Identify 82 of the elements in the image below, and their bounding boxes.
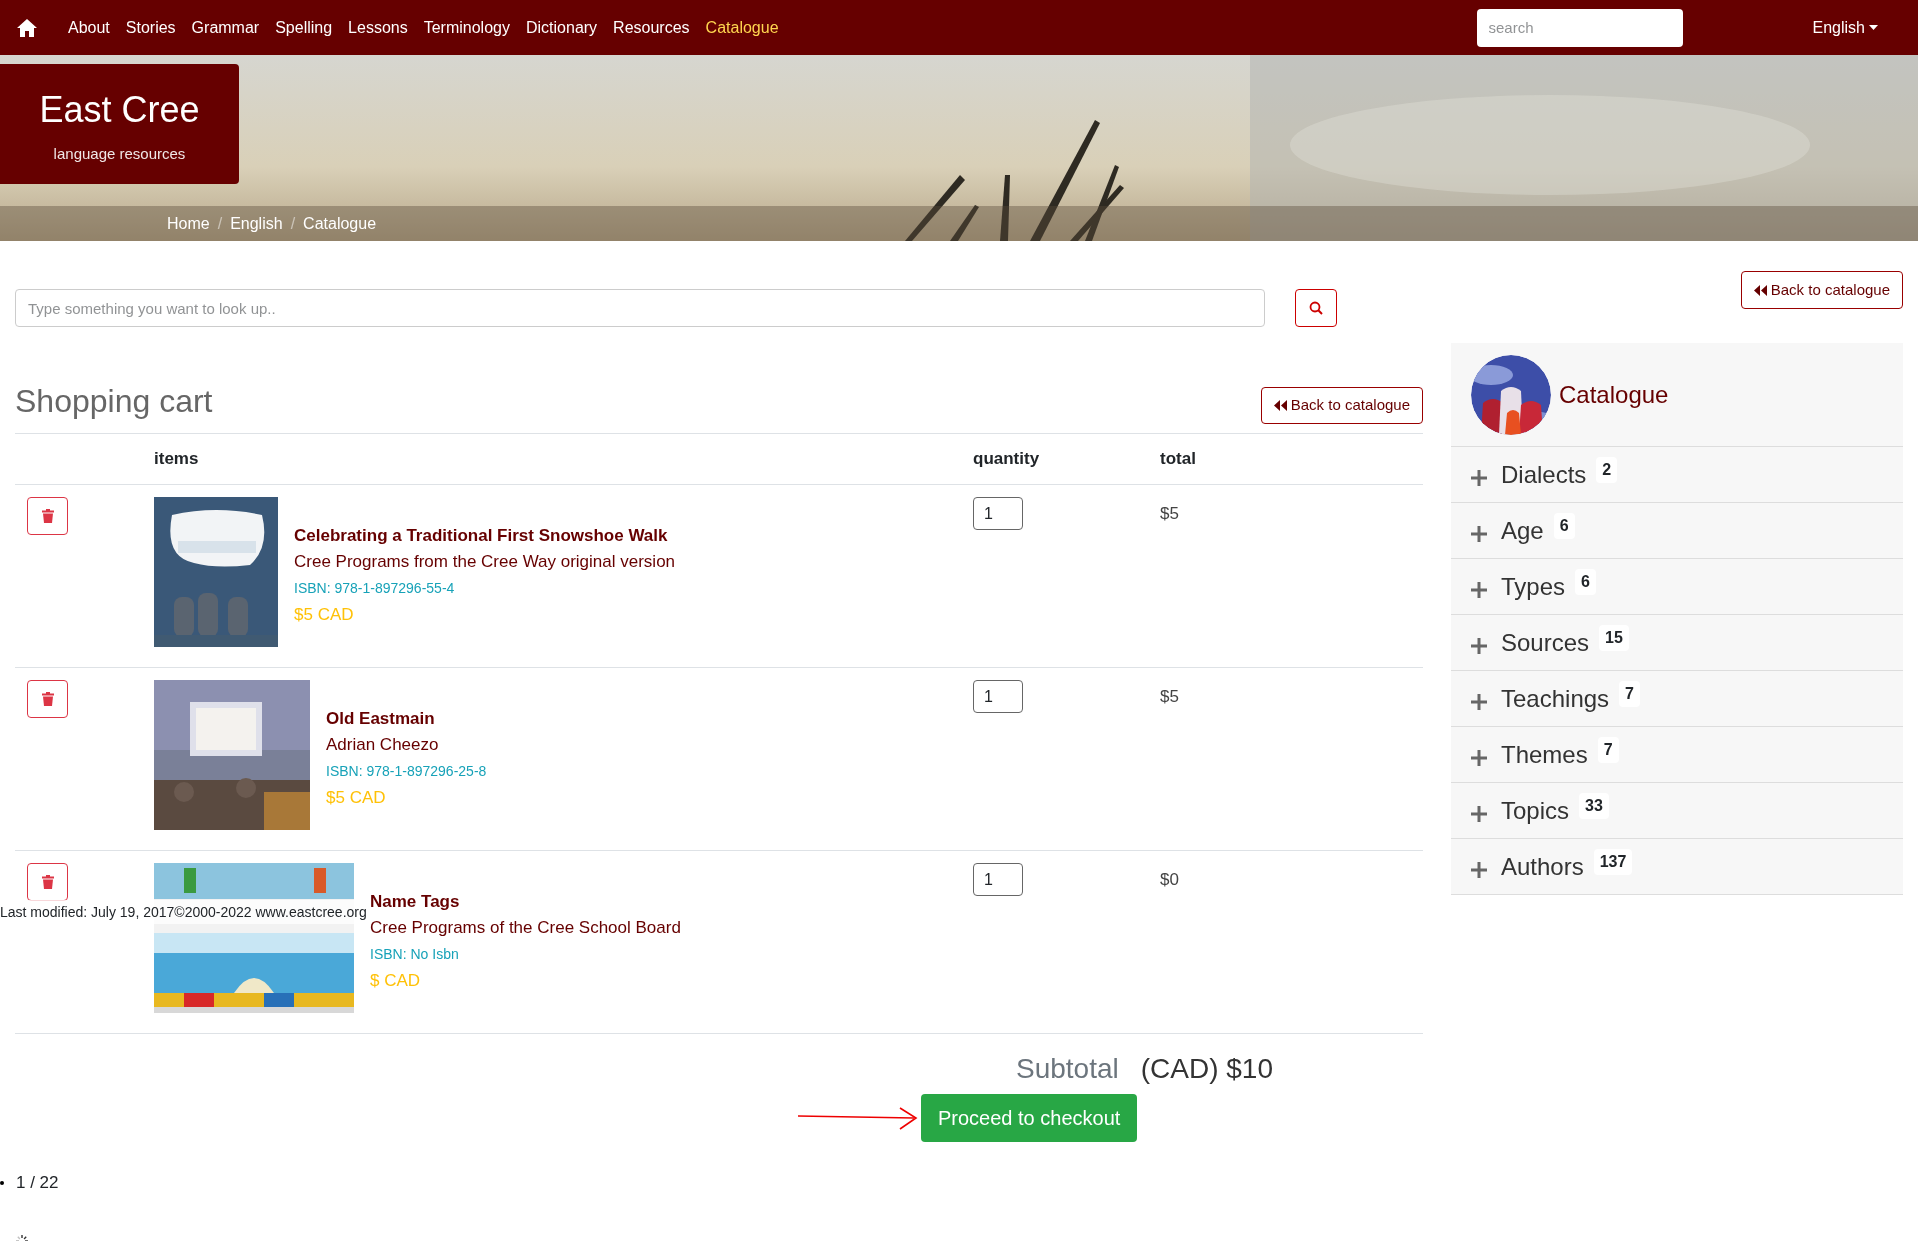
nav-link[interactable]: About: [68, 15, 110, 40]
home-icon[interactable]: [16, 17, 38, 38]
quantity-field[interactable]: 1: [973, 497, 1023, 530]
facet-item[interactable]: Sources 15: [1451, 615, 1903, 671]
nav-link[interactable]: Resources: [613, 15, 690, 40]
search-icon: [1309, 301, 1323, 315]
facet-item[interactable]: Themes 7: [1451, 727, 1903, 783]
column-header: total: [1160, 449, 1196, 469]
count-badge: 15: [1599, 624, 1629, 651]
facet-item[interactable]: Teachings 7: [1451, 671, 1903, 727]
count-badge: 7: [1619, 680, 1640, 707]
page-counter: 1 / 22: [16, 1172, 59, 1194]
item-title[interactable]: Celebrating a Traditional First Snowshoe Walk: [294, 523, 676, 549]
item-total: $5: [1160, 687, 1179, 706]
sidebar-heading: Catalogue: [1559, 379, 1669, 410]
arrow-icon: [798, 1105, 919, 1131]
count-badge: 2: [1596, 456, 1618, 483]
double-arrow-icon: [1753, 284, 1767, 296]
facet-item[interactable]: Dialects 2: [1451, 447, 1903, 503]
double-arrow-icon: [1273, 400, 1287, 411]
facet-label: Age: [1501, 515, 1544, 546]
site-subtitle: language resources: [53, 143, 186, 164]
item-subtitle: Adrian Cheezo: [326, 734, 440, 756]
trash-icon: [41, 692, 54, 706]
facet-item[interactable]: Authors 137: [1451, 839, 1903, 895]
item-subtitle: Cree Programs from the Cree Way original version: [294, 551, 676, 573]
item-price: $5 CAD: [294, 604, 355, 626]
facet-item[interactable]: Age 6: [1451, 503, 1903, 559]
breadcrumb-separator: /: [290, 213, 296, 234]
item-price: $ CAD: [370, 970, 422, 992]
nav-link[interactable]: Terminology: [423, 15, 510, 40]
facet-label: Sources: [1501, 627, 1590, 658]
nav-link[interactable]: Lessons: [348, 15, 408, 40]
quantity-field[interactable]: 1: [973, 680, 1023, 713]
count-badge: 7: [1597, 736, 1619, 763]
trash-icon: [41, 509, 54, 523]
column-header: quantity: [973, 449, 1040, 469]
facet-label: Teachings: [1501, 683, 1610, 714]
back-button[interactable]: Back to catalogue: [1260, 387, 1423, 424]
facet-label: Authors: [1501, 851, 1584, 882]
item-title[interactable]: Name Tags: [370, 889, 681, 915]
facet-label: Types: [1501, 571, 1566, 602]
item-subtitle: Cree Programs of the Cree School Board: [370, 917, 681, 939]
nav-link[interactable]: Stories: [125, 15, 176, 40]
search-button[interactable]: [1295, 289, 1337, 327]
nav-link[interactable]: Catalogue: [705, 15, 779, 40]
isbn-text: ISBN: No Isbn: [370, 945, 460, 964]
quantity-field[interactable]: 1: [973, 863, 1023, 896]
trash-icon: [41, 875, 54, 889]
subtotal-value: (CAD) $10: [1140, 1052, 1273, 1086]
facet-label: Topics: [1501, 795, 1570, 826]
item-price: $5 CAD: [326, 787, 387, 809]
isbn-text: ISBN: 978-1-897296-25-8: [326, 762, 487, 781]
bullet-icon: [0, 1180, 4, 1185]
count-badge: 33: [1579, 792, 1609, 819]
column-header: items: [154, 449, 199, 469]
breadcrumb-separator: /: [217, 213, 223, 234]
count-badge: 137: [1593, 848, 1633, 875]
facet-label: Themes: [1501, 739, 1588, 770]
site-title[interactable]: East Cree: [39, 82, 200, 137]
footer-text: Last modified: July 19, 2017©2000-2022 www.eastcree.org: [0, 900, 367, 924]
remove-button[interactable]: [27, 680, 68, 718]
language-dropdown[interactable]: English: [1812, 15, 1878, 40]
item-total: $5: [1160, 504, 1179, 523]
facet-label: Dialects: [1501, 459, 1587, 490]
nav-link[interactable]: Dictionary: [525, 15, 598, 40]
remove-button[interactable]: [27, 497, 68, 535]
search-field[interactable]: search: [1476, 8, 1683, 47]
facet-item[interactable]: Topics 33: [1451, 783, 1903, 839]
count-badge: 6: [1575, 568, 1596, 595]
item-total: $0: [1160, 870, 1179, 889]
back-button[interactable]: Back to catalogue: [1740, 271, 1903, 309]
nav-link[interactable]: Grammar: [191, 15, 260, 40]
page-heading: Shopping cart: [15, 382, 213, 421]
isbn-text: ISBN: 978-1-897296-55-4: [294, 579, 456, 598]
nav-link[interactable]: Spelling: [275, 15, 333, 40]
subtotal-label: Subtotal: [1016, 1052, 1119, 1086]
facet-item[interactable]: Types 6: [1451, 559, 1903, 615]
item-title[interactable]: Old Eastmain: [326, 706, 487, 732]
search-field[interactable]: Type something you want to look up..: [15, 289, 1265, 327]
count-badge: 6: [1553, 512, 1575, 539]
caret-icon: [1869, 25, 1878, 30]
